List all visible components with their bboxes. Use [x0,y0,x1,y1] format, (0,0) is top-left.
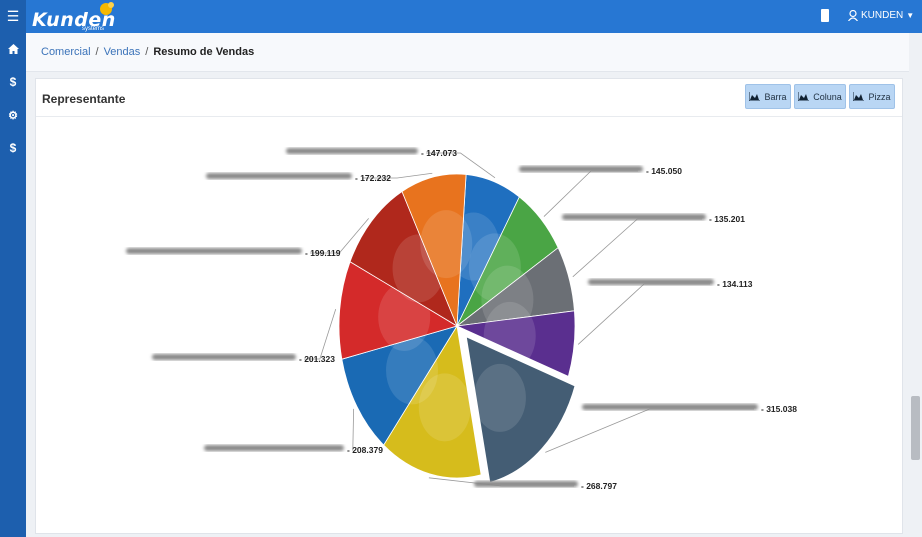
sidebar-item-settings[interactable]: ⚙ [0,104,26,126]
app-logo[interactable]: Kunden systems [32,2,122,32]
bar-chart-button[interactable]: Barra [745,84,791,109]
redacted-label [562,214,706,220]
area-chart-icon [798,92,810,101]
slice-value-label: - 315.038 [761,404,797,414]
slice-value-label: - 268.797 [581,481,617,491]
slice-highlight [420,210,473,279]
slice-value-label: - 134.113 [717,279,753,289]
gears-icon: ⚙ [8,109,18,122]
slice-value-label: - 145.050 [646,166,682,176]
user-icon [848,10,858,21]
label-connector [352,408,355,451]
label-connector [543,170,638,217]
slice-value-label: - 199.119 [305,248,341,258]
hamburger-menu-button[interactable]: ☰ [0,0,26,33]
redacted-label [286,148,418,154]
bar-chart-label: Barra [764,91,787,102]
scrollbar-track[interactable] [909,33,922,537]
breadcrumb-separator: / [145,46,149,58]
user-name: KUNDEN [861,10,904,21]
redacted-label [152,354,296,360]
slice-value-label: - 147.073 [421,148,457,158]
sales-panel: Representante Barra Coluna Pizza - 147.0… [35,78,903,534]
slice-highlight [473,363,526,432]
label-connector [304,309,337,360]
mobile-icon[interactable] [821,9,829,22]
label-connector [577,283,710,345]
label-connector [572,218,702,278]
slice-value-label: - 208.379 [347,445,383,455]
user-menu[interactable]: KUNDEN ▼ [848,10,914,21]
redacted-label [582,404,758,410]
breadcrumb-vendas[interactable]: Vendas [104,46,141,58]
area-chart-icon [749,92,761,101]
logo-subtitle: systems [82,26,105,32]
dollar-icon: $ [9,141,17,155]
sidebar: $ ⚙ $ [0,33,26,537]
redacted-label [126,248,302,254]
top-bar: ☰ Kunden systems KUNDEN ▼ [0,0,922,33]
slice-value-label: - 172.232 [355,173,391,183]
column-chart-button[interactable]: Coluna [794,84,846,109]
redacted-label [206,173,352,179]
redacted-label [588,279,714,285]
breadcrumb-bar: Comercial / Vendas / Resumo de Vendas [26,33,909,72]
pie-chart-label: Pizza [868,91,891,102]
dollar-icon: $ [9,75,17,89]
slice-value-label: - 135.201 [709,214,745,224]
home-icon [7,44,19,54]
redacted-label [474,481,578,487]
sidebar-item-finance[interactable]: $ [0,71,26,93]
pie-chart: - 147.073 - 145.050 - 135.201 - 134.113 - 31… [126,148,797,491]
breadcrumb-current: Resumo de Vendas [153,46,255,58]
breadcrumb-separator: / [95,46,99,58]
redacted-label [204,445,344,451]
logo-swirl-icon [100,2,114,15]
slice-value-label: - 201.323 [299,354,335,364]
hamburger-icon: ☰ [6,8,20,24]
breadcrumb-comercial[interactable]: Comercial [41,46,91,58]
scrollbar-thumb[interactable] [911,396,920,460]
label-connector [545,408,754,453]
panel-header: Representante Barra Coluna Pizza [36,79,902,117]
pie-chart-button[interactable]: Pizza [849,84,895,109]
sidebar-item-sales[interactable]: $ [0,137,26,159]
area-chart-icon [853,92,865,101]
column-chart-label: Coluna [813,91,842,102]
sidebar-item-home[interactable] [0,38,26,60]
panel-title: Representante [42,92,126,106]
caret-down-icon: ▼ [906,11,915,20]
breadcrumb: Comercial / Vendas / Resumo de Vendas [41,46,254,58]
redacted-label [519,166,643,172]
